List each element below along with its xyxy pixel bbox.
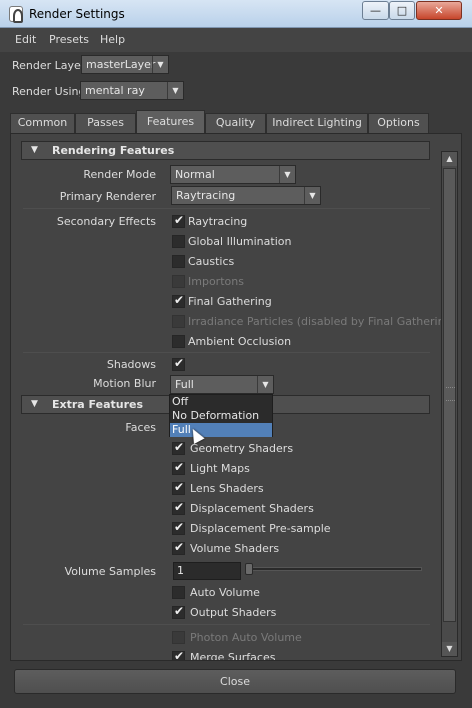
chevron-down-icon: ▼ (279, 166, 295, 183)
displacement-shaders-checkbox[interactable] (172, 500, 185, 515)
motion-blur-label: Motion Blur (93, 377, 156, 390)
secondary-effects-label: Secondary Effects (56, 215, 156, 228)
tab-indirect-lighting[interactable]: Indirect Lighting (266, 113, 368, 133)
light-maps-checkbox[interactable] (172, 460, 185, 475)
lens-shaders-checkbox[interactable] (172, 480, 185, 495)
collapse-triangle-icon: ▼ (31, 399, 38, 409)
menu-help[interactable]: Help (100, 33, 125, 46)
menu-bar: Edit Presets Help (0, 28, 472, 52)
rendering-features-header[interactable]: ▼ Rendering Features (21, 141, 430, 160)
photon-auto-volume-checkbox (172, 631, 185, 644)
vertical-scrollbar[interactable]: ▲ ▼ (441, 151, 458, 657)
render-mode-value: Normal (175, 168, 215, 181)
menu-presets[interactable]: Presets (49, 33, 89, 46)
tab-common[interactable]: Common (10, 113, 75, 133)
scroll-down-arrow-icon[interactable]: ▼ (442, 642, 457, 656)
chevron-down-icon: ▼ (257, 376, 273, 393)
close-window-button[interactable]: ✕ (416, 1, 462, 20)
merge-surfaces-checkbox[interactable] (172, 649, 185, 660)
tab-passes[interactable]: Passes (75, 113, 136, 133)
output-shaders-checkbox[interactable] (172, 604, 185, 619)
chevron-down-icon: ▼ (304, 187, 320, 204)
volume-samples-slider-track[interactable] (245, 567, 422, 571)
irradiance-particles-label: Irradiance Particles (disabled by Final … (188, 315, 456, 328)
volume-samples-label: Volume Samples (64, 565, 156, 578)
raytracing-checkbox[interactable] (172, 213, 185, 228)
motion-blur-option-no-deformation[interactable]: No Deformation (170, 409, 272, 423)
tab-quality[interactable]: Quality (205, 113, 266, 133)
window-title: Render Settings (29, 7, 125, 21)
faces-label: Faces (125, 421, 156, 434)
output-shaders-label: Output Shaders (190, 606, 277, 619)
render-layer-dropdown[interactable]: masterLayer ▼ (81, 55, 169, 74)
primary-renderer-value: Raytracing (176, 189, 236, 202)
lens-shaders-label: Lens Shaders (190, 482, 264, 495)
tab-features[interactable]: Features (136, 110, 205, 133)
volume-shaders-label: Volume Shaders (190, 542, 280, 555)
rendering-features-title: Rendering Features (52, 144, 175, 157)
volume-samples-input[interactable]: 1 (173, 562, 241, 580)
divider (23, 624, 430, 625)
auto-volume-checkbox[interactable] (172, 586, 185, 599)
motion-blur-dropdown[interactable]: Full ▼ (170, 375, 274, 394)
caustics-label: Caustics (188, 255, 235, 268)
displacement-presample-label: Displacement Pre-sample (190, 522, 331, 535)
motion-blur-option-full[interactable]: Full (170, 423, 272, 437)
volume-samples-slider-handle[interactable] (245, 563, 253, 575)
collapse-triangle-icon: ▼ (31, 145, 38, 155)
displacement-presample-checkbox[interactable] (172, 520, 185, 535)
render-using-label: Render Using (12, 85, 86, 98)
title-bar: Render Settings — □ ✕ (0, 0, 472, 28)
caustics-checkbox[interactable] (172, 255, 185, 268)
global-illumination-checkbox[interactable] (172, 235, 185, 248)
final-gathering-label: Final Gathering (188, 295, 272, 308)
motion-blur-options-list: Off No Deformation Full (169, 394, 273, 437)
render-layer-label: Render Layer (12, 59, 86, 72)
global-illumination-label: Global Illumination (188, 235, 292, 248)
minimize-button[interactable]: — (362, 1, 389, 20)
render-layer-value: masterLayer (86, 58, 156, 71)
chevron-down-icon: ▼ (152, 56, 168, 73)
irradiance-particles-checkbox (172, 315, 185, 328)
render-using-dropdown[interactable]: mental ray ▼ (80, 81, 184, 100)
divider (23, 208, 430, 209)
close-button[interactable]: Close (14, 669, 456, 694)
auto-volume-label: Auto Volume (190, 586, 260, 599)
ambient-occlusion-label: Ambient Occlusion (188, 335, 292, 348)
ambient-occlusion-checkbox[interactable] (172, 335, 185, 348)
motion-blur-option-off[interactable]: Off (170, 395, 272, 409)
render-mode-dropdown[interactable]: Normal ▼ (170, 165, 296, 184)
importons-checkbox (172, 275, 185, 288)
motion-blur-value: Full (175, 378, 194, 391)
menu-edit[interactable]: Edit (15, 33, 36, 46)
volume-shaders-checkbox[interactable] (172, 540, 185, 555)
geometry-shaders-checkbox[interactable] (172, 440, 185, 455)
geometry-shaders-label: Geometry Shaders (190, 442, 294, 455)
tab-options[interactable]: Options (368, 113, 429, 133)
primary-renderer-label: Primary Renderer (59, 190, 156, 203)
shadows-label: Shadows (106, 358, 156, 371)
scrollbar-thumb[interactable] (443, 168, 456, 622)
displacement-shaders-label: Displacement Shaders (190, 502, 314, 515)
render-using-value: mental ray (85, 84, 145, 97)
render-mode-label: Render Mode (83, 168, 156, 181)
chevron-down-icon: ▼ (167, 82, 183, 99)
shadows-checkbox[interactable] (172, 356, 185, 371)
raytracing-label: Raytracing (188, 215, 248, 228)
extra-features-title: Extra Features (52, 398, 144, 411)
maximize-button[interactable]: □ (389, 1, 415, 20)
light-maps-label: Light Maps (190, 462, 250, 475)
divider (23, 352, 430, 353)
maya-app-icon (9, 6, 23, 23)
photon-auto-volume-label: Photon Auto Volume (190, 631, 302, 644)
primary-renderer-dropdown[interactable]: Raytracing ▼ (171, 186, 321, 205)
importons-label: Importons (188, 275, 244, 288)
grip-icon (446, 387, 455, 401)
final-gathering-checkbox[interactable] (172, 293, 185, 308)
scroll-up-arrow-icon[interactable]: ▲ (442, 152, 457, 166)
merge-surfaces-label: Merge Surfaces (190, 651, 276, 661)
